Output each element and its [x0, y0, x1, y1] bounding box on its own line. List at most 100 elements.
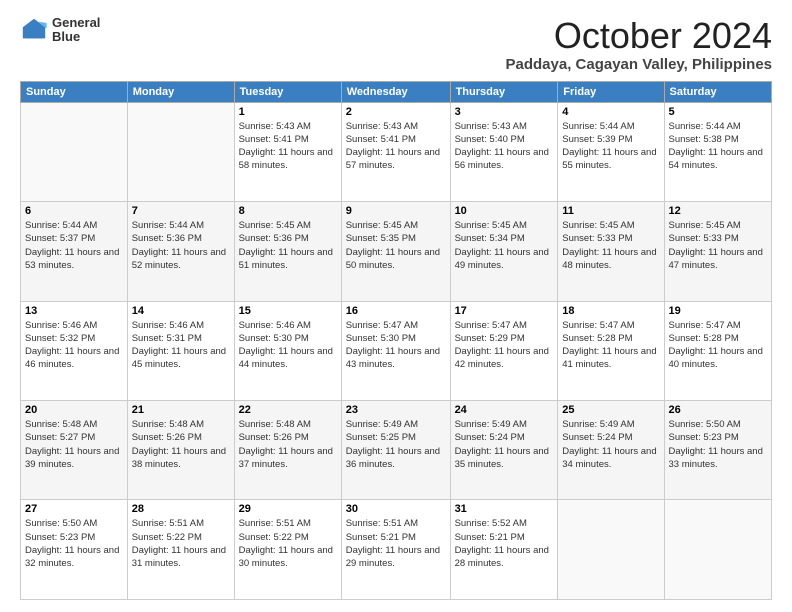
- day-cell: 17Sunrise: 5:47 AMSunset: 5:29 PMDayligh…: [450, 301, 558, 400]
- day-cell: 3 Sunrise: 5:43 AMSunset: 5:40 PMDaylight…: [450, 102, 558, 201]
- day-info: Sunrise: 5:49 AMSunset: 5:25 PMDaylight:…: [346, 418, 446, 471]
- col-sunday: Sunday: [21, 81, 128, 102]
- day-cell: 1 Sunrise: 5:43 AMSunset: 5:41 PMDaylight…: [234, 102, 341, 201]
- day-number: 2: [346, 106, 446, 118]
- day-info: Sunrise: 5:43 AMSunset: 5:41 PMDaylight:…: [346, 120, 446, 173]
- day-cell: 18Sunrise: 5:47 AMSunset: 5:28 PMDayligh…: [558, 301, 664, 400]
- day-number: 23: [346, 404, 446, 416]
- day-number: 22: [239, 404, 337, 416]
- day-cell: 2 Sunrise: 5:43 AMSunset: 5:41 PMDaylight…: [341, 102, 450, 201]
- day-info: Sunrise: 5:49 AMSunset: 5:24 PMDaylight:…: [455, 418, 554, 471]
- day-info: Sunrise: 5:46 AMSunset: 5:30 PMDaylight:…: [239, 319, 337, 372]
- day-cell: 22 Sunrise: 5:48 AMSunset: 5:26 PMDayligh…: [234, 401, 341, 500]
- day-info: Sunrise: 5:44 AMSunset: 5:36 PMDaylight:…: [132, 219, 230, 272]
- day-number: 15: [239, 305, 337, 317]
- day-number: 3: [455, 106, 554, 118]
- day-info: Sunrise: 5:45 AMSunset: 5:34 PMDaylight:…: [455, 219, 554, 272]
- day-info: Sunrise: 5:47 AMSunset: 5:28 PMDaylight:…: [669, 319, 768, 372]
- day-info: Sunrise: 5:48 AMSunset: 5:26 PMDaylight:…: [239, 418, 337, 471]
- day-info: Sunrise: 5:51 AMSunset: 5:22 PMDaylight:…: [239, 517, 337, 570]
- day-info: Sunrise: 5:43 AMSunset: 5:40 PMDaylight:…: [455, 120, 554, 173]
- calendar-header: Sunday Monday Tuesday Wednesday Thursday…: [21, 81, 772, 102]
- day-info: Sunrise: 5:45 AMSunset: 5:33 PMDaylight:…: [562, 219, 659, 272]
- day-number: 30: [346, 503, 446, 515]
- day-cell: 14 Sunrise: 5:46 AMSunset: 5:31 PMDayligh…: [127, 301, 234, 400]
- week-row-4: 27 Sunrise: 5:50 AMSunset: 5:23 PMDayligh…: [21, 500, 772, 600]
- week-row-3: 20Sunrise: 5:48 AMSunset: 5:27 PMDayligh…: [21, 401, 772, 500]
- day-number: 17: [455, 305, 554, 317]
- day-cell: 24 Sunrise: 5:49 AMSunset: 5:24 PMDayligh…: [450, 401, 558, 500]
- day-info: Sunrise: 5:47 AMSunset: 5:30 PMDaylight:…: [346, 319, 446, 372]
- day-info: Sunrise: 5:50 AMSunset: 5:23 PMDaylight:…: [669, 418, 768, 471]
- day-number: 25: [562, 404, 659, 416]
- title-block: October 2024 Paddaya, Cagayan Valley, Ph…: [506, 16, 773, 73]
- day-cell: 29 Sunrise: 5:51 AMSunset: 5:22 PMDayligh…: [234, 500, 341, 600]
- week-row-2: 13 Sunrise: 5:46 AMSunset: 5:32 PMDayligh…: [21, 301, 772, 400]
- day-info: Sunrise: 5:45 AMSunset: 5:36 PMDaylight:…: [239, 219, 337, 272]
- day-cell: 28Sunrise: 5:51 AMSunset: 5:22 PMDayligh…: [127, 500, 234, 600]
- day-info: Sunrise: 5:46 AMSunset: 5:32 PMDaylight:…: [25, 319, 123, 372]
- day-cell: 8 Sunrise: 5:45 AMSunset: 5:36 PMDaylight…: [234, 202, 341, 301]
- day-info: Sunrise: 5:51 AMSunset: 5:21 PMDaylight:…: [346, 517, 446, 570]
- col-tuesday: Tuesday: [234, 81, 341, 102]
- day-info: Sunrise: 5:45 AMSunset: 5:35 PMDaylight:…: [346, 219, 446, 272]
- day-number: 31: [455, 503, 554, 515]
- day-number: 13: [25, 305, 123, 317]
- day-number: 1: [239, 106, 337, 118]
- day-number: 20: [25, 404, 123, 416]
- day-cell: 6Sunrise: 5:44 AMSunset: 5:37 PMDaylight…: [21, 202, 128, 301]
- col-wednesday: Wednesday: [341, 81, 450, 102]
- day-number: 16: [346, 305, 446, 317]
- day-cell: 21 Sunrise: 5:48 AMSunset: 5:26 PMDayligh…: [127, 401, 234, 500]
- day-cell: 16 Sunrise: 5:47 AMSunset: 5:30 PMDayligh…: [341, 301, 450, 400]
- day-number: 7: [132, 205, 230, 217]
- logo-line1: General: [52, 16, 100, 30]
- day-number: 24: [455, 404, 554, 416]
- day-cell: 15 Sunrise: 5:46 AMSunset: 5:30 PMDayligh…: [234, 301, 341, 400]
- day-cell: 11 Sunrise: 5:45 AMSunset: 5:33 PMDayligh…: [558, 202, 664, 301]
- day-cell: 23 Sunrise: 5:49 AMSunset: 5:25 PMDayligh…: [341, 401, 450, 500]
- day-info: Sunrise: 5:48 AMSunset: 5:26 PMDaylight:…: [132, 418, 230, 471]
- day-number: 6: [25, 205, 123, 217]
- day-number: 12: [669, 205, 768, 217]
- day-cell: 19 Sunrise: 5:47 AMSunset: 5:28 PMDayligh…: [664, 301, 772, 400]
- day-info: Sunrise: 5:46 AMSunset: 5:31 PMDaylight:…: [132, 319, 230, 372]
- day-number: 10: [455, 205, 554, 217]
- logo-icon: [20, 16, 48, 44]
- day-cell: [21, 102, 128, 201]
- day-cell: [558, 500, 664, 600]
- day-cell: 4Sunrise: 5:44 AMSunset: 5:39 PMDaylight…: [558, 102, 664, 201]
- day-cell: 25Sunrise: 5:49 AMSunset: 5:24 PMDayligh…: [558, 401, 664, 500]
- col-saturday: Saturday: [664, 81, 772, 102]
- day-info: Sunrise: 5:45 AMSunset: 5:33 PMDaylight:…: [669, 219, 768, 272]
- day-number: 27: [25, 503, 123, 515]
- day-cell: 13 Sunrise: 5:46 AMSunset: 5:32 PMDayligh…: [21, 301, 128, 400]
- day-number: 28: [132, 503, 230, 515]
- day-info: Sunrise: 5:43 AMSunset: 5:41 PMDaylight:…: [239, 120, 337, 173]
- day-cell: [664, 500, 772, 600]
- day-cell: 26Sunrise: 5:50 AMSunset: 5:23 PMDayligh…: [664, 401, 772, 500]
- header-row: Sunday Monday Tuesday Wednesday Thursday…: [21, 81, 772, 102]
- day-cell: 31 Sunrise: 5:52 AMSunset: 5:21 PMDayligh…: [450, 500, 558, 600]
- day-info: Sunrise: 5:44 AMSunset: 5:38 PMDaylight:…: [669, 120, 768, 173]
- day-number: 8: [239, 205, 337, 217]
- day-cell: [127, 102, 234, 201]
- day-number: 14: [132, 305, 230, 317]
- day-info: Sunrise: 5:50 AMSunset: 5:23 PMDaylight:…: [25, 517, 123, 570]
- day-info: Sunrise: 5:52 AMSunset: 5:21 PMDaylight:…: [455, 517, 554, 570]
- day-number: 29: [239, 503, 337, 515]
- month-title: October 2024: [506, 16, 773, 56]
- logo-text: General Blue: [52, 16, 100, 45]
- day-cell: 10 Sunrise: 5:45 AMSunset: 5:34 PMDayligh…: [450, 202, 558, 301]
- logo: General Blue: [20, 16, 100, 45]
- day-number: 11: [562, 205, 659, 217]
- col-thursday: Thursday: [450, 81, 558, 102]
- logo-line2: Blue: [52, 30, 100, 44]
- week-row-0: 1 Sunrise: 5:43 AMSunset: 5:41 PMDaylight…: [21, 102, 772, 201]
- day-cell: 7 Sunrise: 5:44 AMSunset: 5:36 PMDaylight…: [127, 202, 234, 301]
- day-number: 19: [669, 305, 768, 317]
- day-number: 21: [132, 404, 230, 416]
- calendar-table: Sunday Monday Tuesday Wednesday Thursday…: [20, 81, 772, 600]
- day-cell: 20Sunrise: 5:48 AMSunset: 5:27 PMDayligh…: [21, 401, 128, 500]
- calendar-body: 1 Sunrise: 5:43 AMSunset: 5:41 PMDaylight…: [21, 102, 772, 599]
